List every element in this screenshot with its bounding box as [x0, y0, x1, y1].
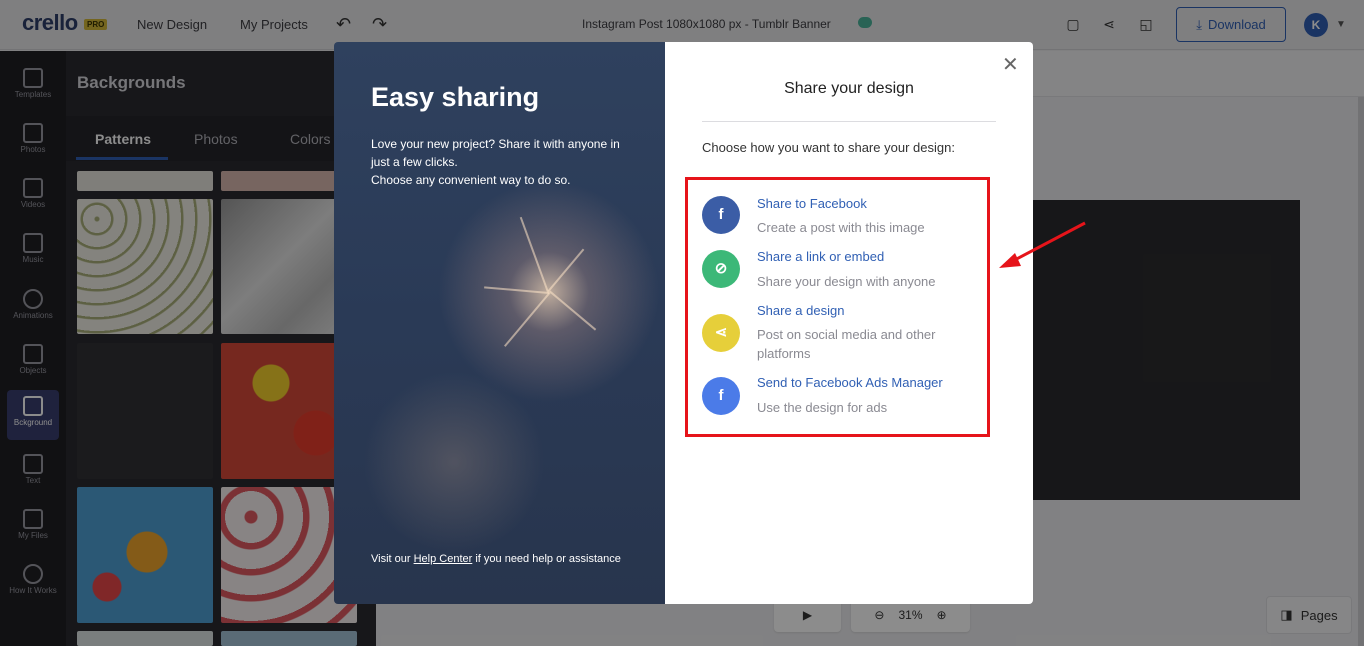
- help-footer: Visit our Help Center if you need help o…: [371, 553, 621, 565]
- modal-hero-heading: Easy sharing: [371, 82, 540, 112]
- share-subtitle: Choose how you want to share your design…: [702, 140, 955, 155]
- sparkler-streak: [519, 216, 549, 293]
- highlight-box: [685, 177, 990, 437]
- share-title: Share your design: [784, 80, 914, 97]
- modal-hero-panel: Easy sharing Love your new project? Shar…: [334, 42, 665, 604]
- sparkler-streak: [484, 286, 549, 294]
- annotation-arrow: [999, 221, 1086, 268]
- sparkler-streak: [504, 292, 551, 347]
- sparkler-streak: [547, 248, 585, 292]
- arrow-head: [999, 253, 1021, 268]
- arrow-shaft: [1008, 221, 1086, 265]
- modal-hero-intro: Love your new project? Share it with any…: [371, 137, 620, 187]
- sparkler-streak: [549, 290, 597, 331]
- help-center-link[interactable]: Help Center: [414, 553, 473, 565]
- divider: [702, 121, 996, 122]
- share-modal: Easy sharing Love your new project? Shar…: [334, 42, 1033, 604]
- close-icon[interactable]: ✕: [1002, 52, 1019, 77]
